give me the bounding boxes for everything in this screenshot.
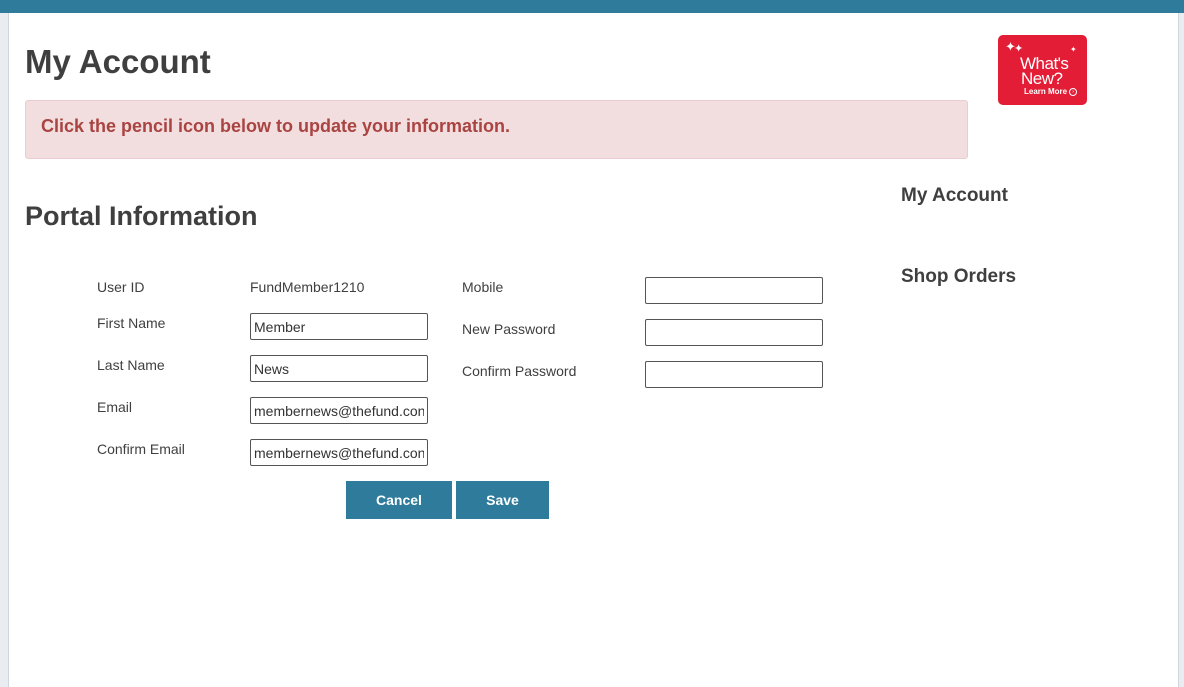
email-input[interactable] — [250, 397, 428, 424]
new-password-input[interactable] — [645, 319, 823, 346]
confirm-email-input[interactable] — [250, 439, 428, 466]
account-page: My Account ✦ ✦ ✦ What's New? Learn More ›… — [8, 13, 1179, 687]
user-id-value: FundMember1210 — [250, 279, 365, 295]
cancel-button[interactable]: Cancel — [346, 481, 452, 519]
save-button[interactable]: Save — [456, 481, 549, 519]
page-title: My Account — [25, 43, 211, 80]
confirm-password-input[interactable] — [645, 361, 823, 388]
first-name-label: First Name — [97, 315, 166, 331]
sidebar-item-shop-orders[interactable]: Shop Orders — [901, 266, 1016, 288]
first-name-input[interactable] — [250, 313, 428, 340]
email-label: Email — [97, 399, 133, 415]
top-accent-bar — [0, 0, 1184, 13]
info-alert: Click the pencil icon below to update yo… — [25, 100, 968, 159]
mobile-input[interactable] — [645, 277, 823, 304]
last-name-input[interactable] — [250, 355, 428, 382]
confirm-email-label: Confirm Email — [97, 441, 185, 457]
user-id-label: User ID — [97, 279, 145, 295]
chevron-right-icon: › — [1069, 88, 1078, 96]
whats-new-subtitle: New? — [1021, 69, 1063, 88]
last-name-label: Last Name — [97, 357, 165, 373]
sidebar-item-my-account[interactable]: My Account — [901, 185, 1008, 207]
learn-more-link: Learn More › — [1024, 87, 1078, 97]
mobile-label: Mobile — [462, 279, 504, 295]
confirm-password-label: Confirm Password — [462, 363, 577, 379]
learn-more-label: Learn More — [1024, 87, 1068, 97]
alert-message: Click the pencil icon below to update yo… — [41, 116, 511, 136]
whats-new-banner[interactable]: ✦ ✦ ✦ What's New? Learn More › — [998, 35, 1087, 105]
sparkle-icon: ✦ — [1070, 45, 1077, 54]
section-title: Portal Information — [25, 201, 258, 231]
new-password-label: New Password — [462, 321, 556, 337]
